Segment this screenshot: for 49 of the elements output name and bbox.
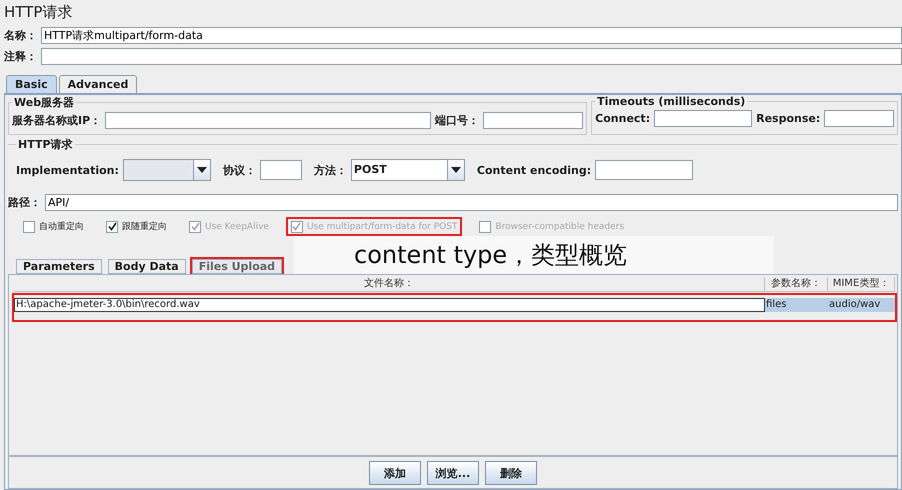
port-label: 端口号： [435,113,480,128]
response-label: Response: [756,112,820,125]
checkbox-option[interactable]: 跟随重定向 [101,217,172,236]
encoding-field[interactable] [595,160,694,180]
host-field[interactable] [105,112,432,129]
encoding-label: Content encoding: [476,164,592,176]
window-title: HTTP请求 [4,2,74,23]
connect-field[interactable] [654,110,752,127]
checkbox-option[interactable]: 自动重定向 [18,217,89,236]
name-label: 名称： [4,28,37,43]
table-cell: audio/wav [828,298,895,312]
group-title: HTTP请求 [17,137,74,152]
action-button[interactable]: 添加 [369,461,421,485]
table-cell: files [765,298,828,312]
method-label: 方法： [314,162,347,178]
name-field[interactable]: HTTP请求multipart/form-data [41,27,902,44]
check-icon [190,222,200,231]
tab[interactable]: Basic [6,75,57,93]
protocol-label: 协议： [222,162,256,178]
column-header: MIME类型： [828,277,895,292]
response-field[interactable] [824,110,894,127]
check-icon [292,222,302,231]
annotation-caption: content type，类型概览 [294,236,774,274]
method-dropdown[interactable]: POST [350,159,465,181]
connect-label: Connect: [595,112,650,125]
column-header: 参数名称： [765,277,828,292]
comment-label: 注释： [4,49,37,64]
tab[interactable]: Body Data [106,257,188,274]
path-field[interactable]: API/ [45,194,898,211]
implementation-dropdown[interactable] [122,159,211,181]
path-label: 路径： [8,195,41,210]
table-cell: H:\apache-jmeter-3.0\bin\record.wav [14,298,765,312]
table-row[interactable]: H:\apache-jmeter-3.0\bin\record.wav files audio/wav [12,293,897,322]
column-header: 文件名称： [14,277,765,292]
group-title: Web服务器 [13,95,76,110]
tab[interactable]: Advanced [58,75,138,93]
action-button[interactable]: 删除 [485,461,537,485]
port-field[interactable] [483,112,584,129]
tab[interactable]: Parameters [14,257,104,274]
action-button[interactable]: 浏览... [427,461,479,485]
host-label: 服务器名称或IP： [12,113,102,128]
check-icon [108,222,116,231]
protocol-field[interactable] [260,160,302,180]
comment-field[interactable] [41,48,902,65]
tab[interactable]: Files Upload [190,257,284,274]
group-title: Timeouts (milliseconds) [596,95,746,108]
implementation-label: Implementation: [16,164,119,176]
caret-icon [196,167,207,173]
caret-icon [450,167,461,173]
